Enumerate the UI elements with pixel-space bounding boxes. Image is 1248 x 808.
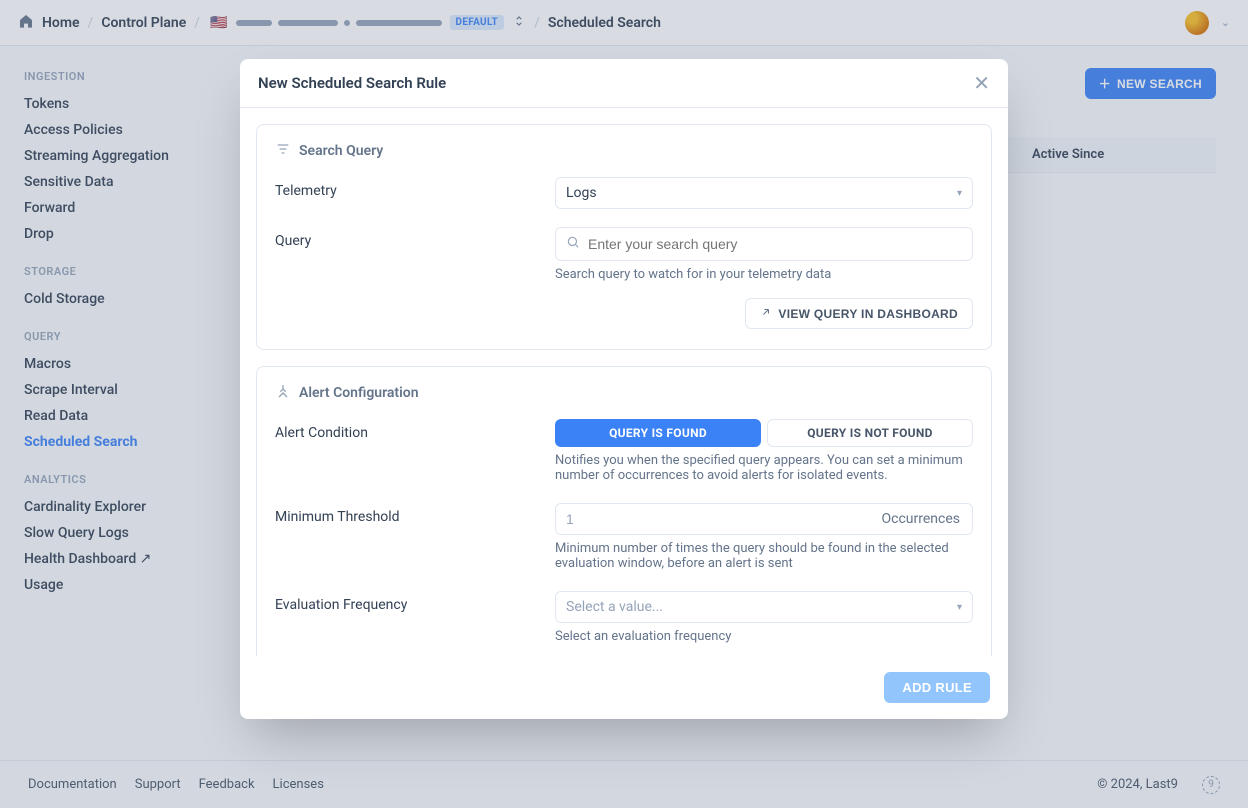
search-icon bbox=[566, 235, 580, 253]
condition-helper: Notifies you when the specified query ap… bbox=[555, 453, 973, 483]
threshold-suffix: Occurrences bbox=[882, 511, 961, 527]
threshold-label: Minimum Threshold bbox=[275, 503, 555, 525]
add-rule-button[interactable]: ADD RULE bbox=[884, 672, 990, 703]
query-is-not-found-toggle[interactable]: QUERY IS NOT FOUND bbox=[767, 419, 973, 447]
view-query-label: VIEW QUERY IN DASHBOARD bbox=[778, 307, 958, 321]
query-is-found-toggle[interactable]: QUERY IS FOUND bbox=[555, 419, 761, 447]
telemetry-label: Telemetry bbox=[275, 177, 555, 199]
alert-config-section-title: Alert Configuration bbox=[299, 385, 419, 401]
query-helper: Search query to watch for in your teleme… bbox=[555, 267, 973, 282]
telemetry-value: Logs bbox=[566, 185, 597, 201]
frequency-select[interactable]: Select a value... ▾ bbox=[555, 591, 973, 623]
merge-icon bbox=[275, 383, 291, 403]
search-query-section-title: Search Query bbox=[299, 143, 383, 159]
telemetry-select[interactable]: Logs ▾ bbox=[555, 177, 973, 209]
frequency-placeholder: Select a value... bbox=[566, 599, 663, 615]
modal-title: New Scheduled Search Rule bbox=[258, 74, 446, 92]
threshold-input-wrapper: Occurrences bbox=[555, 503, 973, 535]
frequency-helper: Select an evaluation frequency bbox=[555, 629, 973, 644]
alert-condition-label: Alert Condition bbox=[275, 419, 555, 441]
filter-icon bbox=[275, 141, 291, 161]
frequency-label: Evaluation Frequency bbox=[275, 591, 555, 613]
threshold-helper: Minimum number of times the query should… bbox=[555, 541, 973, 571]
chevron-down-icon: ▾ bbox=[957, 602, 962, 613]
modal: New Scheduled Search Rule ✕ Search Query… bbox=[240, 59, 1008, 719]
close-icon[interactable]: ✕ bbox=[973, 73, 990, 93]
alert-config-card: Alert Configuration Alert Condition QUER… bbox=[256, 366, 992, 656]
query-label: Query bbox=[275, 227, 555, 249]
query-input-wrapper bbox=[555, 227, 973, 261]
chevron-down-icon: ▾ bbox=[957, 188, 962, 199]
modal-overlay[interactable]: New Scheduled Search Rule ✕ Search Query… bbox=[0, 0, 1248, 808]
view-query-button[interactable]: VIEW QUERY IN DASHBOARD bbox=[745, 298, 973, 329]
query-input[interactable] bbox=[588, 236, 962, 252]
external-link-icon bbox=[760, 306, 772, 321]
search-query-card: Search Query Telemetry Logs ▾ Query bbox=[256, 124, 992, 350]
